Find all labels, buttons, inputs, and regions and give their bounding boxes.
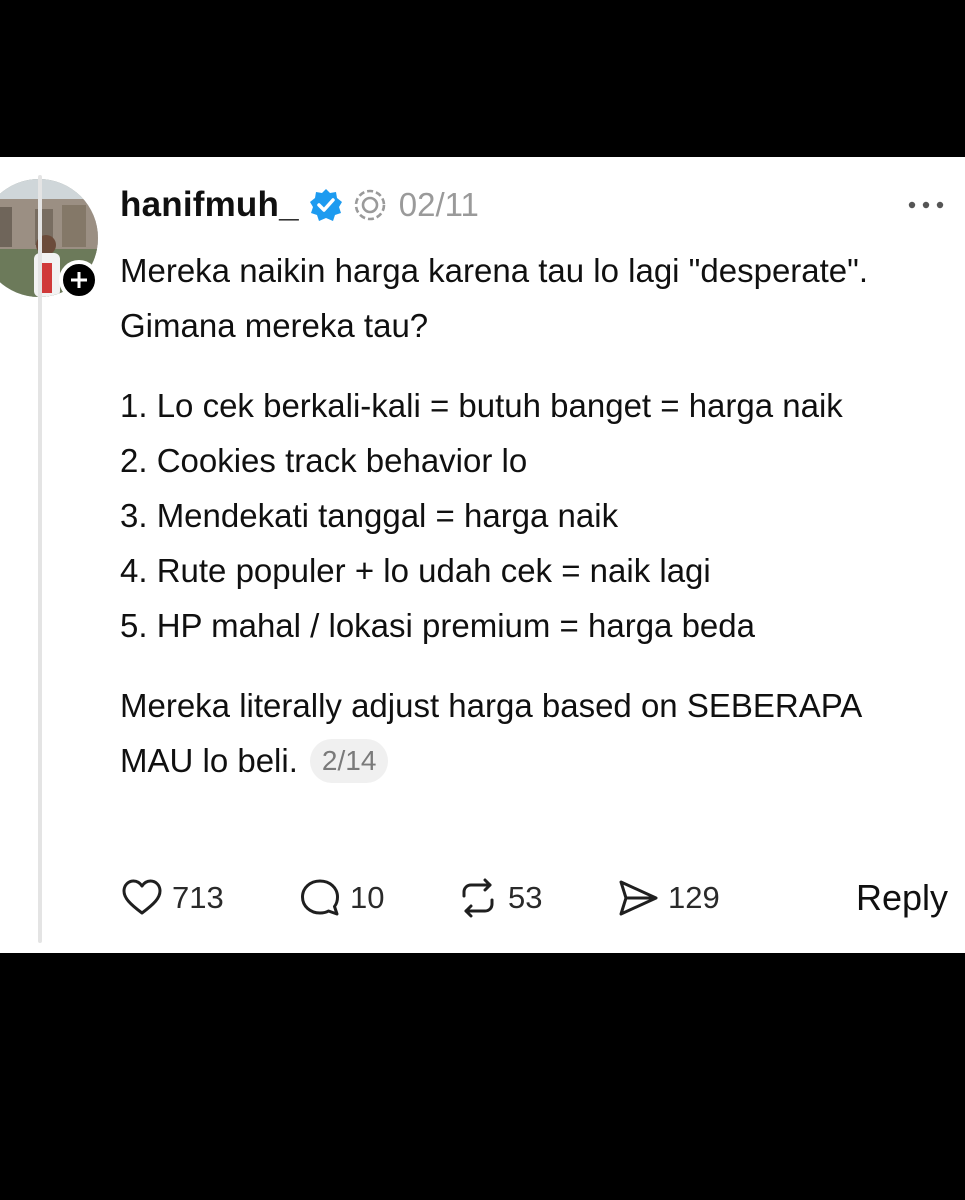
share-button[interactable]: 129	[616, 873, 720, 923]
thread-page-indicator: 2/14	[309, 739, 389, 783]
reply-button[interactable]: Reply	[856, 877, 948, 919]
post-body: Mereka naikin harga karena tau lo lagi "…	[120, 243, 940, 788]
post-header: hanifmuh_ 02/11	[120, 185, 479, 225]
list-item: 4. Rute populer + lo udah cek = naik lag…	[120, 552, 711, 589]
like-button[interactable]: 713	[120, 873, 224, 923]
username[interactable]: hanifmuh_	[120, 185, 299, 225]
repost-button[interactable]: 53	[456, 873, 542, 923]
more-options-icon[interactable]	[906, 197, 946, 213]
list-item: 2. Cookies track behavior lo	[120, 442, 528, 479]
comment-icon	[301, 879, 339, 916]
ai-label-icon	[354, 189, 386, 221]
post-paragraph-closing: Mereka literally adjust harga based on S…	[120, 678, 940, 788]
post-date: 02/11	[398, 186, 479, 223]
post-card: hanifmuh_ 02/11 Mereka naikin harga kare…	[0, 157, 965, 953]
heart-icon	[122, 879, 162, 915]
action-bar: 713 10 53 129 Reply	[120, 873, 950, 923]
list-item: 1. Lo cek berkali-kali = butuh banget = …	[120, 387, 843, 424]
verified-badge-icon	[309, 189, 342, 221]
repost-count: 53	[508, 880, 543, 915]
post-paragraph: Mereka naikin harga karena tau lo lagi "…	[120, 252, 869, 344]
comment-button[interactable]: 10	[298, 873, 384, 923]
thread-line	[38, 175, 42, 943]
repost-icon	[462, 878, 494, 918]
share-count: 129	[668, 880, 720, 915]
send-icon	[619, 880, 658, 916]
list-item: 5. HP mahal / lokasi premium = harga bed…	[120, 607, 755, 644]
comment-count: 10	[350, 880, 385, 915]
plus-icon	[71, 272, 87, 288]
like-count: 713	[172, 880, 224, 915]
list-item: 3. Mendekati tanggal = harga naik	[120, 497, 619, 534]
post-paragraph-text: Mereka literally adjust harga based on S…	[120, 687, 861, 779]
follow-button[interactable]	[59, 260, 99, 300]
